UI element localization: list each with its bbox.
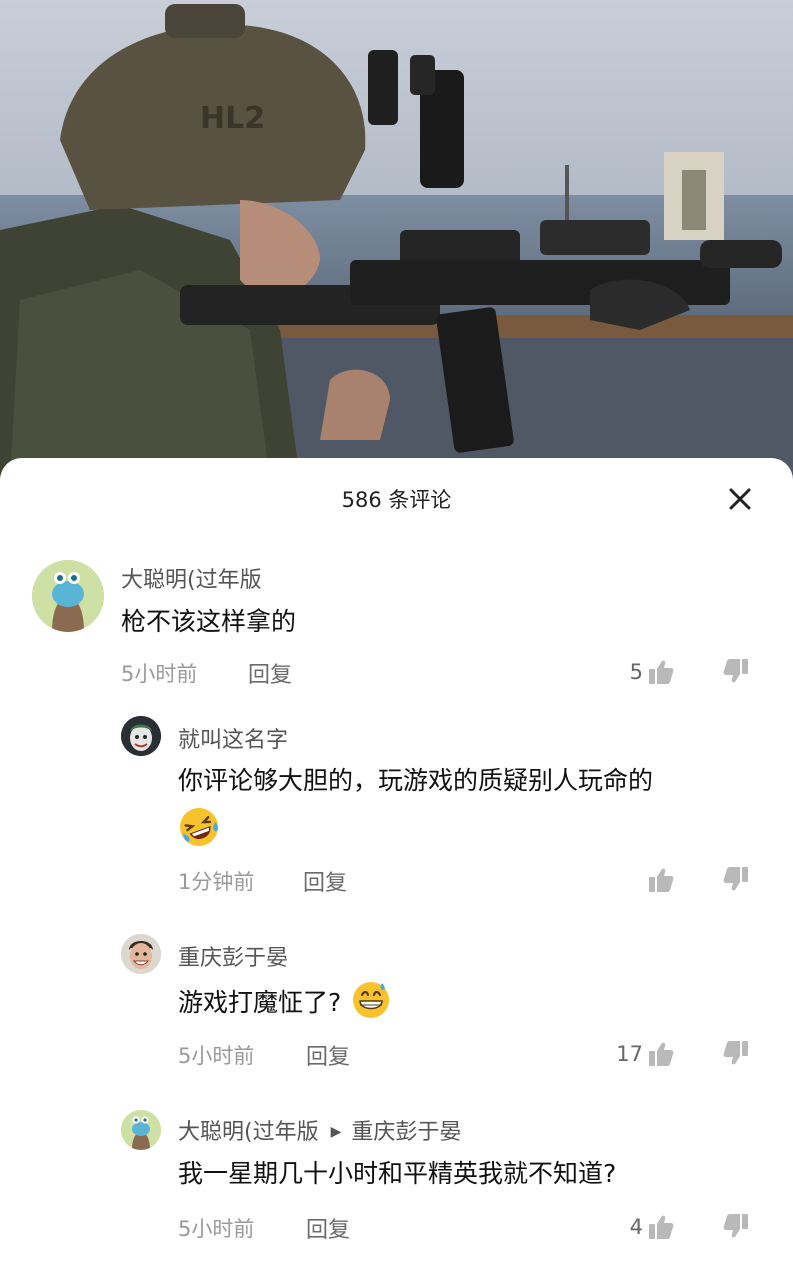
video-still: HL2 <box>0 0 793 480</box>
comment-text: 你评论够大胆的，玩游戏的质疑别人玩命的 <box>178 760 758 802</box>
comments-count-title: 586 条评论 <box>341 488 452 512</box>
comment-text: 游戏打魔怔了? <box>178 979 391 1024</box>
like-count: 4 <box>629 1215 643 1239</box>
comment-username[interactable]: 就叫这名字 <box>178 722 288 754</box>
comment-text-body: 你评论够大胆的，玩游戏的质疑别人玩命的 <box>178 766 654 795</box>
like-count: 5 <box>629 660 643 684</box>
comment-username: 大聪明(过年版 ▶ 重庆彭于晏 <box>178 1114 461 1146</box>
comment-time: 5小时前 <box>178 1044 255 1068</box>
thumbs-down-icon[interactable] <box>722 1212 752 1242</box>
helmet-marking: HL2 <box>200 101 265 136</box>
reply-arrow-icon: ▶ <box>330 1124 342 1140</box>
thumbs-down-icon[interactable] <box>722 865 752 895</box>
comments-sheet: 586 条评论 大聪明(过年版 枪不该这样拿的 5小时前 回复 5 就叫这名字 … <box>0 458 793 1280</box>
comment-text: 我一星期几十小时和平精英我就不知道? <box>178 1159 617 1188</box>
grinning-sweat-emoji <box>351 979 391 1019</box>
thumbs-down-icon[interactable] <box>722 657 752 687</box>
comment-username[interactable]: 重庆彭于晏 <box>178 940 288 972</box>
rolling-laughing-emoji <box>178 806 220 848</box>
video-frame[interactable]: HL2 <box>0 0 793 480</box>
reply-item: 大聪明(过年版 ▶ 重庆彭于晏 我一星期几十小时和平精英我就不知道? 5小时前 回复… <box>0 1106 793 1246</box>
thumbs-up-icon <box>649 1215 674 1239</box>
comment-username[interactable]: 大聪明(过年版 <box>121 562 262 594</box>
reply-item: 重庆彭于晏 游戏打魔怔了? 5小时前 回复 17 <box>0 932 793 1072</box>
like-button[interactable]: 5 <box>600 657 675 687</box>
reply-author[interactable]: 大聪明(过年版 <box>178 1120 319 1145</box>
like-button[interactable]: 4 <box>600 1212 675 1242</box>
comment-time: 5小时前 <box>121 662 198 686</box>
thumbs-up-icon <box>649 1042 674 1066</box>
avatar[interactable] <box>121 716 161 756</box>
reply-target[interactable]: 重庆彭于晏 <box>351 1120 461 1145</box>
reply-button[interactable]: 回复 <box>303 865 347 897</box>
avatar[interactable] <box>121 1110 161 1150</box>
reply-button[interactable]: 回复 <box>306 1039 350 1071</box>
thumbs-up-icon <box>649 660 674 684</box>
like-count: 17 <box>616 1042 643 1066</box>
thumbs-up-icon <box>649 868 674 892</box>
comment-item: 大聪明(过年版 枪不该这样拿的 5小时前 回复 5 <box>0 558 793 698</box>
avatar[interactable] <box>32 560 104 632</box>
comment-time: 1分钟前 <box>178 870 255 894</box>
comment-time: 5小时前 <box>178 1217 255 1241</box>
like-button[interactable] <box>600 865 675 895</box>
like-button[interactable]: 17 <box>590 1039 675 1069</box>
comments-header: 586 条评论 <box>0 458 793 540</box>
avatar[interactable] <box>121 934 161 974</box>
comment-text: 枪不该这样拿的 <box>121 607 297 636</box>
reply-button[interactable]: 回复 <box>248 657 292 689</box>
reply-button[interactable]: 回复 <box>306 1212 350 1244</box>
comment-text-body: 游戏打魔怔了? <box>178 988 342 1017</box>
reply-item: 就叫这名字 你评论够大胆的，玩游戏的质疑别人玩命的 1分钟前 回复 <box>0 714 793 899</box>
close-icon[interactable] <box>723 482 757 516</box>
thumbs-down-icon[interactable] <box>722 1039 752 1069</box>
